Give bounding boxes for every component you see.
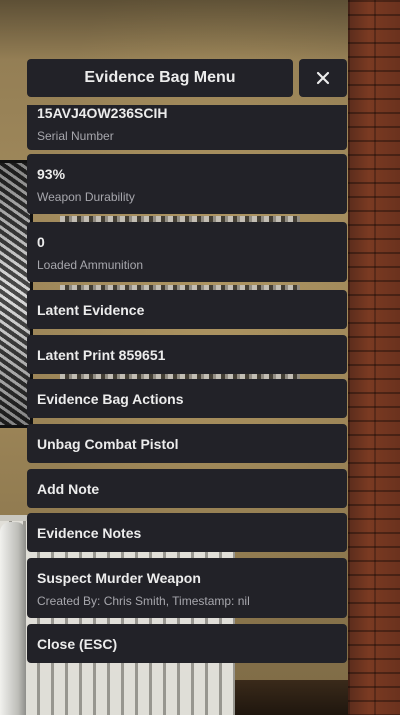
menu-item-close[interactable]: Close (ESC) xyxy=(27,624,347,663)
brick-wall xyxy=(348,0,400,715)
menu-item-loaded-ammunition[interactable]: 0 Loaded Ammunition xyxy=(27,222,347,282)
menu-item-latent-print[interactable]: Latent Print 859651 xyxy=(27,335,347,374)
floor xyxy=(235,680,360,715)
menu-item-label: Evidence Notes xyxy=(37,524,142,541)
menu-item-description: Created By: Chris Smith, Timestamp: nil xyxy=(37,594,250,608)
menu-item-label: Close (ESC) xyxy=(37,635,118,652)
menu-item-label: Add Note xyxy=(37,480,100,497)
menu-item-evidence-bag-actions[interactable]: Evidence Bag Actions xyxy=(27,379,347,418)
menu-items: 15AVJ4OW236SCIH Serial Number 93% Weapon… xyxy=(27,105,347,665)
menu-item-latent-evidence[interactable]: Latent Evidence xyxy=(27,290,347,329)
menu-item-unbag-combat-pistol[interactable]: Unbag Combat Pistol xyxy=(27,424,347,463)
radiator-pipe xyxy=(0,522,26,715)
menu-item-label: 0 xyxy=(37,234,45,250)
ceiling-shadow xyxy=(0,0,360,60)
menu-item-evidence-notes[interactable]: Evidence Notes xyxy=(27,513,347,552)
evidence-bag-menu: Evidence Bag Menu 15AVJ4OW236SCIH Serial… xyxy=(27,59,347,665)
menu-header: Evidence Bag Menu xyxy=(27,59,347,97)
menu-title: Evidence Bag Menu xyxy=(27,59,293,97)
menu-item-label: 93% xyxy=(37,166,66,182)
menu-item-serial-number[interactable]: 15AVJ4OW236SCIH Serial Number xyxy=(27,105,347,150)
menu-item-label: Latent Evidence xyxy=(37,301,145,318)
close-button[interactable] xyxy=(299,59,347,97)
menu-item-description: Serial Number xyxy=(37,129,114,143)
menu-item-description: Weapon Durability xyxy=(37,190,135,204)
menu-item-label: Latent Print 859651 xyxy=(37,346,166,363)
menu-item-add-note[interactable]: Add Note xyxy=(27,469,347,508)
menu-item-note-entry[interactable]: Suspect Murder Weapon Created By: Chris … xyxy=(27,558,347,618)
close-icon xyxy=(316,71,330,85)
menu-item-label: Evidence Bag Actions xyxy=(37,390,184,407)
menu-item-label: Suspect Murder Weapon xyxy=(37,570,201,586)
menu-item-label: 15AVJ4OW236SCIH xyxy=(37,105,168,121)
menu-item-weapon-durability[interactable]: 93% Weapon Durability xyxy=(27,154,347,214)
menu-item-label: Unbag Combat Pistol xyxy=(37,435,179,452)
menu-item-description: Loaded Ammunition xyxy=(37,258,144,272)
